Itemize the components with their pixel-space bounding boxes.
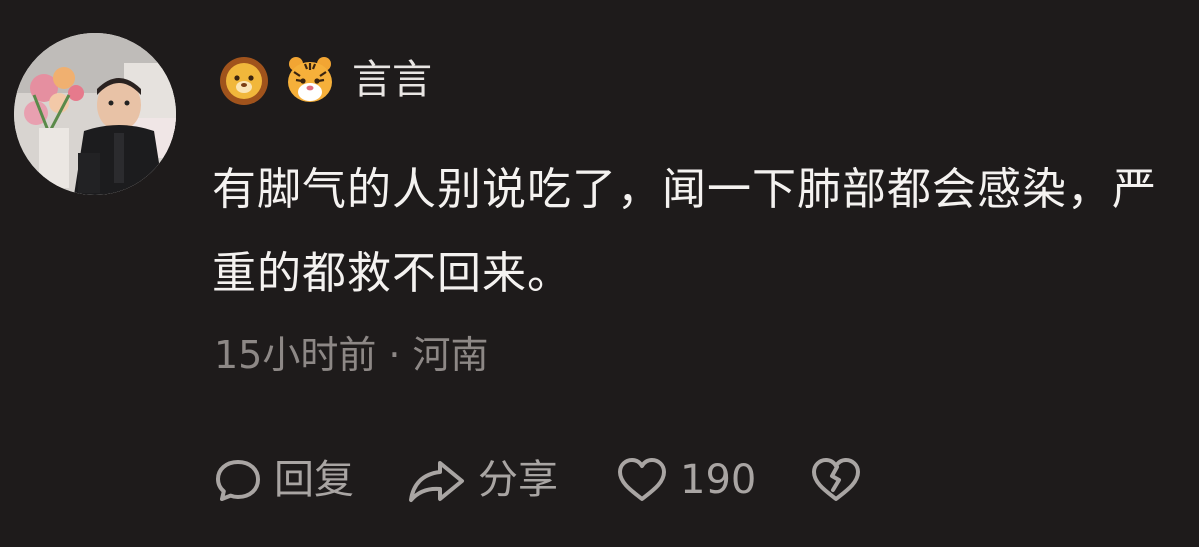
broken-heart-icon (808, 454, 864, 506)
share-arrow-icon (406, 454, 468, 506)
reply-button[interactable]: 回复 (212, 452, 354, 508)
like-count: 190 (680, 457, 757, 503)
heart-icon (614, 454, 670, 506)
share-button[interactable]: 分享 (406, 452, 558, 508)
share-label: 分享 (478, 457, 558, 503)
username-row: 言言 (218, 52, 432, 108)
avatar[interactable] (14, 33, 176, 195)
location: 河南 (412, 333, 489, 377)
comment-text: 有脚气的人别说吃了，闻一下肺部都会感染，严重的都救不回来。 (212, 164, 1157, 299)
tiger-badge-icon (284, 54, 336, 106)
comment-item: 言言 有脚气的人别说吃了，闻一下肺部都会感染，严重的都救不回来。 15小时前 · 河… (0, 0, 1199, 547)
comment-meta: 15小时前 · 河南 (214, 330, 488, 380)
dislike-button[interactable] (808, 452, 864, 508)
reply-label: 回复 (274, 457, 354, 503)
lion-badge-icon (218, 54, 270, 106)
like-button[interactable]: 190 (614, 452, 756, 508)
meta-separator: · (388, 333, 401, 377)
chat-bubble-icon (212, 454, 264, 506)
action-bar: 回复 分享 190 (212, 452, 864, 508)
username[interactable]: 言言 (352, 52, 432, 108)
timestamp: 15小时前 (214, 333, 377, 377)
